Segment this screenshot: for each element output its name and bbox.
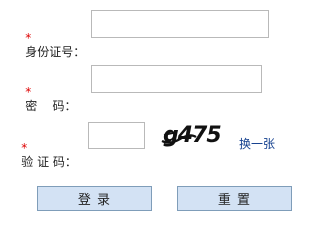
- captcha-label: * 验 证 码：: [6, 127, 77, 183]
- refresh-captcha-link[interactable]: 换一张: [239, 137, 275, 151]
- login-form: * 身份证号： * 密 码： * 验 证 码： g475 换一张 登 录 重 置: [0, 0, 316, 224]
- password-input[interactable]: [91, 65, 262, 93]
- captcha-label-text: 验 证 码：: [21, 155, 77, 169]
- id-number-label: * 身份证号：: [10, 17, 85, 73]
- reset-button[interactable]: 重 置: [177, 186, 292, 211]
- captcha-graphic: g475: [161, 123, 222, 148]
- password-label: * 密 码：: [10, 71, 77, 127]
- login-button[interactable]: 登 录: [37, 186, 152, 211]
- required-marker: *: [25, 31, 32, 45]
- id-number-label-text: 身份证号：: [25, 45, 86, 59]
- password-label-text: 密 码：: [25, 99, 77, 113]
- captcha-input[interactable]: [88, 122, 145, 149]
- required-marker: *: [25, 85, 32, 99]
- id-number-input[interactable]: [91, 10, 269, 38]
- required-marker: *: [21, 141, 28, 155]
- captcha-image: g475: [160, 121, 230, 149]
